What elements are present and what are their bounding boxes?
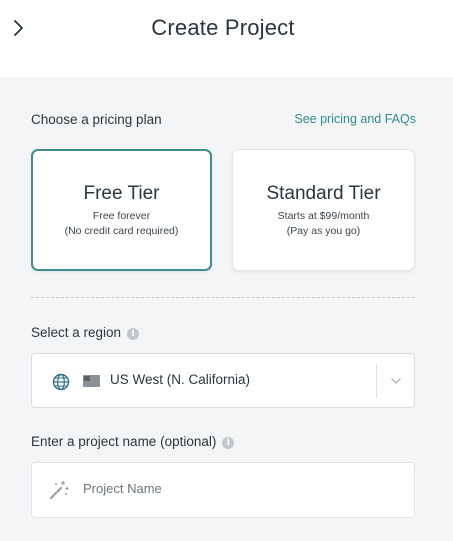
divider [31, 297, 415, 298]
header: Create Project [0, 0, 453, 77]
chevron-down-icon[interactable] [389, 374, 403, 388]
region-value: US West (N. California) [110, 372, 251, 387]
plan-price: Starts at $99/month [277, 210, 370, 222]
region-label: Select a region [31, 325, 122, 340]
project-name-label-row: Enter a project name (optional) i [31, 434, 235, 449]
project-name-input[interactable] [83, 481, 383, 496]
plan-card-standard[interactable]: Standard Tier Starts at $99/month (Pay a… [232, 149, 415, 271]
info-icon[interactable]: i [127, 328, 140, 340]
select-separator [376, 364, 377, 398]
plan-name: Standard Tier [266, 183, 381, 204]
region-label-row: Select a region i [31, 325, 140, 340]
project-name-label: Enter a project name (optional) [31, 434, 217, 449]
page-title: Create Project [151, 15, 295, 40]
pricing-plan-label: Choose a pricing plan [31, 112, 162, 127]
us-flag-icon [83, 375, 100, 387]
plan-card-free[interactable]: Free Tier Free forever (No credit card r… [31, 149, 212, 271]
magic-wand-icon [49, 481, 69, 500]
globe-icon [52, 373, 70, 391]
plan-note: (No credit card required) [64, 225, 179, 237]
region-select[interactable]: US West (N. California) [31, 353, 415, 408]
info-icon[interactable]: i [222, 437, 235, 449]
plan-price: Free forever [92, 210, 151, 222]
plan-name: Free Tier [83, 183, 160, 204]
plan-note: (Pay as you go) [286, 225, 361, 237]
pricing-faq-link[interactable]: See pricing and FAQs [294, 112, 416, 126]
project-name-field[interactable] [31, 462, 415, 518]
